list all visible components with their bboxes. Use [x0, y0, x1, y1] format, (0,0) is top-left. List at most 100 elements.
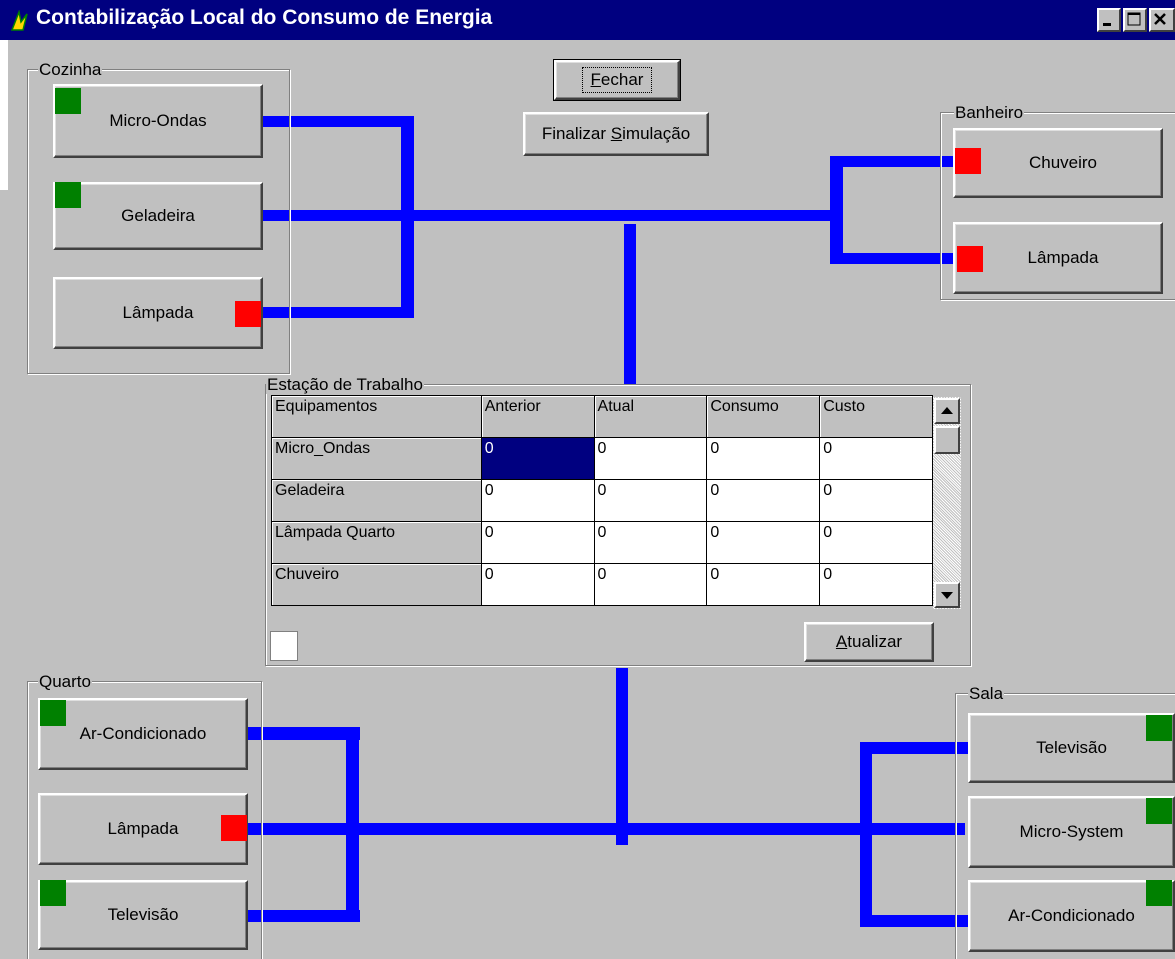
table-cell[interactable]: 0 — [593, 479, 708, 522]
status-indicator-off — [221, 815, 247, 841]
scroll-up-button[interactable] — [934, 398, 960, 424]
wire — [860, 742, 968, 754]
row-header: Lâmpada Quarto — [271, 521, 482, 564]
table-header-row: Equipamentos Anterior Atual Consumo Cust… — [271, 395, 933, 438]
table-cell[interactable]: 0 — [819, 479, 933, 522]
group-title: Cozinha — [38, 60, 103, 79]
close-window-button[interactable] — [1149, 8, 1175, 32]
wire — [262, 210, 840, 221]
row-header: Chuveiro — [271, 563, 482, 606]
consumption-table[interactable]: Equipamentos Anterior Atual Consumo Cust… — [271, 395, 933, 606]
appliance-label: Ar-Condicionado — [79, 724, 207, 743]
table-cell[interactable]: 0 — [706, 437, 821, 480]
table-cell[interactable]: 0 — [819, 563, 933, 606]
update-button[interactable]: Atualizar — [804, 622, 934, 662]
wire — [860, 915, 968, 927]
status-indicator-off — [957, 246, 983, 272]
status-indicator-on — [1146, 798, 1172, 824]
table-cell[interactable]: 0 — [706, 479, 821, 522]
wire — [830, 156, 956, 167]
appliance-chuveiro-button[interactable]: Chuveiro — [953, 128, 1163, 198]
wire — [346, 727, 359, 922]
color-indicator — [270, 631, 298, 661]
app-icon — [10, 10, 28, 31]
appliance-micro-ondas-button[interactable]: Micro-Ondas — [53, 84, 263, 158]
appliance-micro-system-button[interactable]: Micro-System — [968, 796, 1175, 868]
minimize-button[interactable] — [1097, 8, 1121, 32]
table-cell[interactable]: 0 — [706, 563, 821, 606]
column-header: Atual — [593, 395, 708, 438]
appliance-label: Lâmpada — [107, 819, 179, 838]
wire — [247, 727, 360, 740]
status-indicator-on — [1146, 715, 1172, 741]
status-indicator-on — [55, 88, 81, 114]
status-indicator-on — [1146, 880, 1172, 906]
wire — [247, 910, 360, 922]
table-row[interactable]: Geladeira 0 0 0 0 — [271, 479, 933, 522]
group-title: Estação de Trabalho — [266, 375, 424, 394]
status-indicator-on — [40, 700, 66, 726]
wire — [830, 253, 956, 264]
column-header: Equipamentos — [271, 395, 482, 438]
table-row[interactable]: Chuveiro 0 0 0 0 — [271, 563, 933, 606]
window-title: Contabilização Local do Consumo de Energ… — [36, 6, 493, 29]
close-button-label: Fechar — [581, 67, 653, 93]
table-cell[interactable]: 0 — [593, 563, 708, 606]
appliance-lampada-cozinha-button[interactable]: Lâmpada — [53, 277, 263, 349]
minimize-icon — [1103, 23, 1111, 26]
update-button-label: Atualizar — [835, 632, 903, 651]
column-header: Consumo — [706, 395, 821, 438]
appliance-label: Lâmpada — [122, 303, 194, 322]
scroll-thumb[interactable] — [934, 426, 960, 454]
appliance-label: Chuveiro — [1028, 153, 1098, 172]
group-title: Banheiro — [954, 103, 1025, 122]
table-row[interactable]: Lâmpada Quarto 0 0 0 0 — [271, 521, 933, 564]
wire — [624, 224, 636, 384]
appliance-label: Ar-Condicionado — [1008, 906, 1135, 925]
appliance-ar-condicionado-quarto-button[interactable]: Ar-Condicionado — [38, 698, 248, 770]
wire — [860, 742, 872, 927]
close-button[interactable]: Fechar — [553, 59, 681, 101]
appliance-label: Lâmpada — [1027, 248, 1099, 267]
column-header: Custo — [819, 395, 933, 438]
status-indicator-on — [40, 880, 66, 906]
appliance-televisao-sala-button[interactable]: Televisão — [968, 713, 1175, 783]
arrow-down-icon — [941, 592, 953, 599]
appliance-label: Televisão — [107, 905, 179, 924]
wire — [401, 116, 414, 318]
table-row[interactable]: Micro_Ondas 0 0 0 0 — [271, 437, 933, 480]
table-cell[interactable]: 0 — [593, 521, 708, 564]
table-cell[interactable]: 0 — [480, 563, 595, 606]
window-edge — [0, 40, 8, 190]
maximize-button[interactable] — [1123, 8, 1147, 32]
appliance-label: Televisão — [1036, 738, 1107, 757]
appliance-label: Micro-Ondas — [109, 111, 207, 130]
table-cell[interactable]: 0 — [706, 521, 821, 564]
appliance-lampada-quarto-button[interactable]: Lâmpada — [38, 793, 248, 865]
status-indicator-off — [235, 301, 261, 327]
group-title: Sala — [968, 684, 1005, 703]
finish-simulation-button[interactable]: Finalizar Simulação — [523, 112, 709, 156]
table-cell[interactable]: 0 — [593, 437, 708, 480]
maximize-icon — [1127, 12, 1141, 26]
table-cell[interactable]: 0 — [819, 437, 933, 480]
appliance-lampada-banheiro-button[interactable]: Lâmpada — [953, 222, 1163, 294]
table-cell[interactable]: 0 — [480, 437, 595, 480]
row-header: Micro_Ondas — [271, 437, 482, 480]
table-cell[interactable]: 0 — [480, 521, 595, 564]
appliance-label: Geladeira — [121, 206, 195, 225]
column-header: Anterior — [480, 395, 595, 438]
table-cell[interactable]: 0 — [819, 521, 933, 564]
wire — [616, 668, 628, 845]
close-icon — [1154, 13, 1166, 25]
table-cell[interactable]: 0 — [480, 479, 595, 522]
appliance-ar-condicionado-sala-button[interactable]: Ar-Condicionado — [968, 880, 1175, 952]
status-indicator-on — [55, 182, 81, 208]
row-header: Geladeira — [271, 479, 482, 522]
appliance-geladeira-button[interactable]: Geladeira — [53, 182, 263, 250]
group-title: Quarto — [38, 672, 92, 691]
appliance-televisao-quarto-button[interactable]: Televisão — [38, 880, 248, 950]
status-indicator-off — [955, 148, 981, 174]
wire — [830, 156, 843, 264]
scroll-down-button[interactable] — [934, 582, 960, 608]
